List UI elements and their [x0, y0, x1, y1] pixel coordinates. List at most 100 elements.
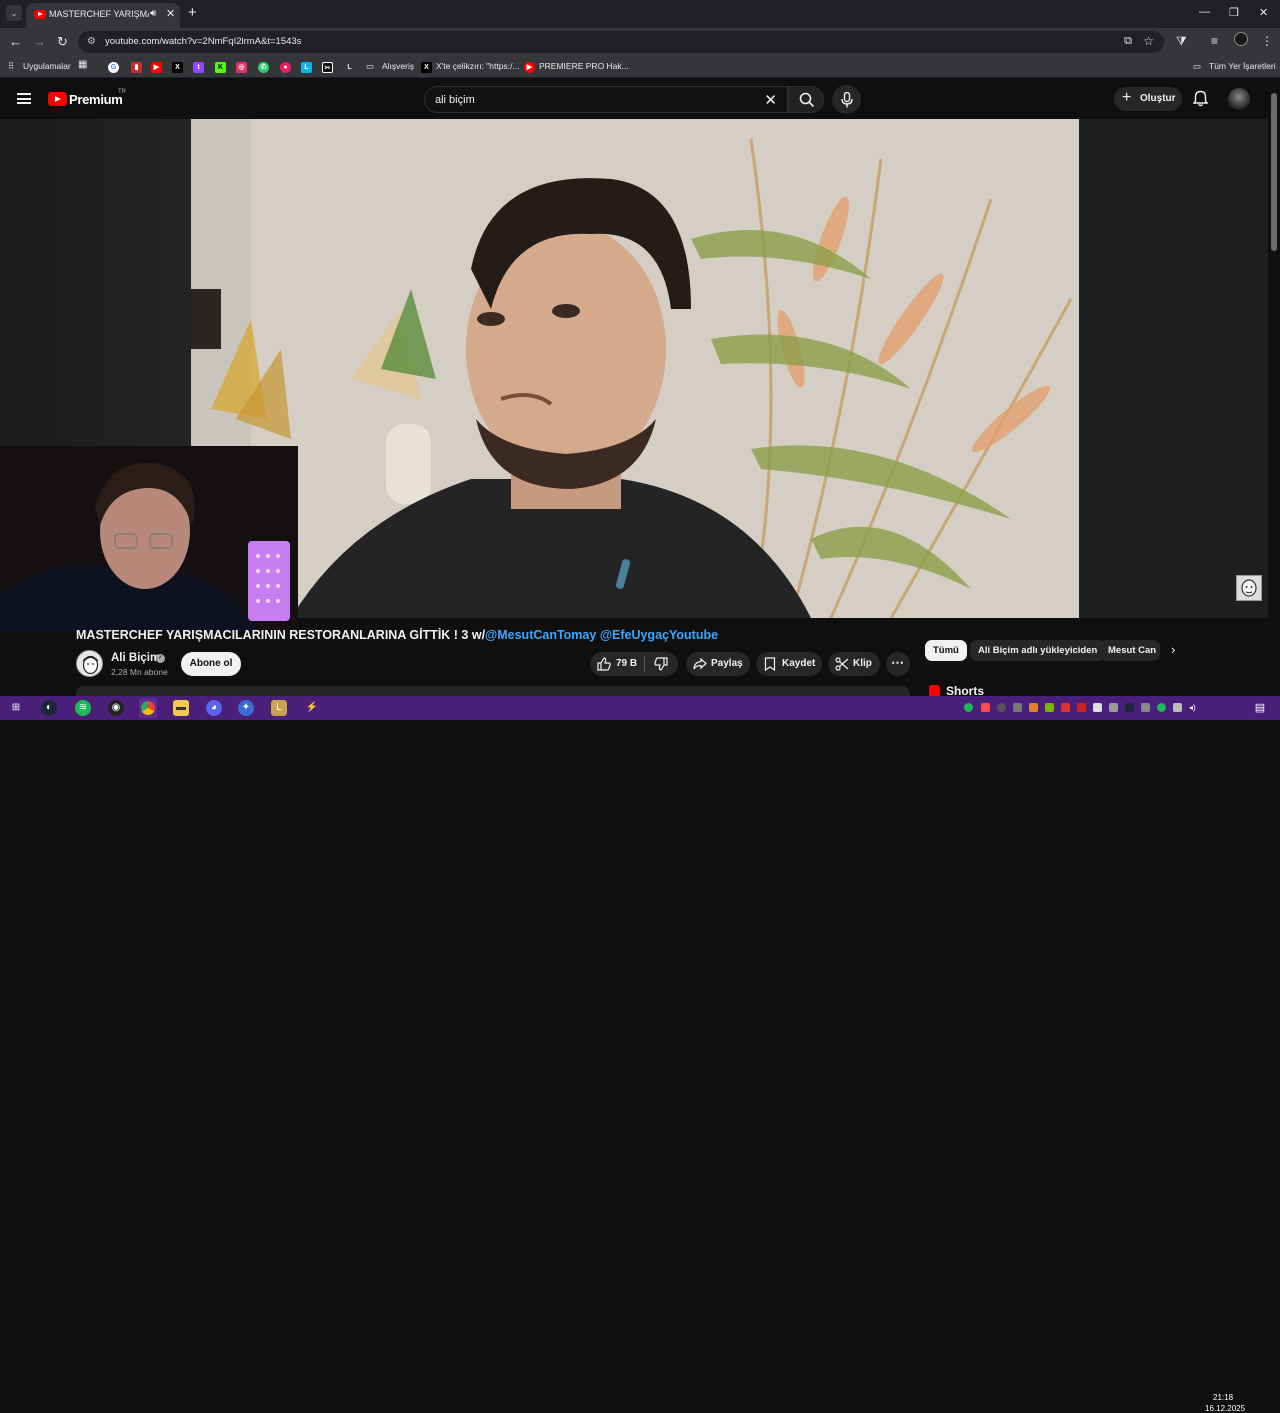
chips-next-icon[interactable]: ›: [1171, 642, 1175, 657]
steam-icon[interactable]: ◐: [41, 700, 57, 716]
bookmark-x-tweet[interactable]: X'te çelikzırı: "https:/...: [436, 61, 520, 71]
tab-close-icon[interactable]: ✕: [166, 7, 175, 20]
valorant-icon[interactable]: ⚡: [304, 700, 320, 716]
x-tweet-icon[interactable]: X: [421, 62, 432, 73]
apps-grid-icon[interactable]: ⠿: [8, 61, 14, 72]
page-scrollbar[interactable]: [1268, 79, 1280, 696]
tray-green-icon[interactable]: [1157, 703, 1166, 712]
subscribe-button[interactable]: Abone ol: [181, 652, 241, 676]
kick-icon[interactable]: K: [215, 62, 226, 73]
tray-settings-icon[interactable]: [1141, 703, 1150, 712]
league-icon[interactable]: L: [271, 700, 287, 716]
bookmark-premiere[interactable]: PREMIERE PRO Hak...: [539, 61, 629, 71]
bookmark-l-icon[interactable]: L: [301, 62, 312, 73]
tray-orange-icon[interactable]: [1029, 703, 1038, 712]
chip-all[interactable]: Tümü: [925, 640, 967, 661]
clip-button[interactable]: Klip: [828, 652, 880, 676]
tray-volume-icon[interactable]: ◂): [1189, 703, 1198, 712]
grid-icon[interactable]: ▦: [78, 59, 87, 70]
tab-search-icon[interactable]: ⌄: [6, 5, 22, 21]
voice-search-button[interactable]: [832, 85, 861, 114]
spotify-icon[interactable]: ≋: [75, 700, 91, 716]
url-text[interactable]: youtube.com/watch?v=2NmFqI2lrmA&t=1543s: [105, 36, 301, 47]
bookmark-l2-icon[interactable]: L: [344, 62, 355, 73]
twitch-icon[interactable]: t: [193, 62, 204, 73]
chrome-taskbar-button[interactable]: [139, 698, 157, 718]
install-app-icon[interactable]: ⧉: [1124, 35, 1132, 48]
google-icon[interactable]: G: [108, 62, 119, 73]
restore-icon[interactable]: ❐: [1229, 6, 1239, 19]
chrome-menu-icon[interactable]: ⋮: [1261, 34, 1273, 48]
bookmark-red-icon[interactable]: ▮: [131, 62, 142, 73]
search-input[interactable]: ali biçim ✕: [424, 86, 788, 113]
youtube-logo-icon[interactable]: [48, 92, 67, 106]
tray-display-icon[interactable]: [1173, 703, 1182, 712]
whatsapp-icon[interactable]: ✆: [258, 62, 269, 73]
address-bar[interactable]: ⚙ youtube.com/watch?v=2NmFqI2lrmA&t=1543…: [78, 31, 1164, 53]
dislike-button[interactable]: [646, 652, 678, 676]
search-query[interactable]: ali biçim: [435, 94, 475, 106]
forward-icon[interactable]: →: [33, 34, 46, 49]
profile-avatar[interactable]: [1234, 32, 1248, 46]
instagram-icon[interactable]: ◎: [236, 62, 247, 73]
tray-nvidia-icon[interactable]: [1045, 703, 1054, 712]
like-button[interactable]: 79 B: [590, 652, 642, 676]
tray-steam-icon[interactable]: [1125, 703, 1134, 712]
back-icon[interactable]: ←: [9, 34, 22, 49]
save-button[interactable]: Kaydet: [756, 652, 822, 676]
scrollbar-thumb[interactable]: [1271, 93, 1277, 251]
bookmark-apps[interactable]: Uygulamalar: [23, 61, 71, 71]
clock-time[interactable]: 21:18: [1213, 1393, 1233, 1402]
minimize-icon[interactable]: —: [1199, 6, 1210, 18]
bookmark-shopping[interactable]: Alışveriş: [382, 61, 414, 71]
all-bookmarks-folder-icon[interactable]: ▭: [1193, 61, 1201, 72]
tray-spotify-icon[interactable]: [964, 703, 973, 712]
bookmark-star-icon[interactable]: ☆: [1143, 34, 1154, 48]
mention-link-2[interactable]: @EfeUygaçYoutube: [600, 628, 718, 642]
channel-avatar[interactable]: [76, 650, 103, 677]
tray-obs-icon[interactable]: [997, 703, 1006, 712]
mention-link-1[interactable]: @MesutCanTomay: [485, 628, 596, 642]
site-info-icon[interactable]: ⚙: [87, 36, 96, 47]
premiere-youtube-icon[interactable]: ▶: [524, 62, 535, 73]
youtube-bookmark-icon[interactable]: ▶: [151, 62, 162, 73]
share-button[interactable]: Paylaş: [686, 652, 750, 676]
x-bookmark-icon[interactable]: X: [172, 62, 183, 73]
tray-valorant-icon[interactable]: [981, 703, 990, 712]
tray-record-icon[interactable]: [1077, 703, 1086, 712]
music-icon[interactable]: ●: [280, 62, 291, 73]
active-tab[interactable]: MASTERCHEF YARIŞMACILARIN 🔊︎ ✕: [26, 3, 180, 28]
app-icon-blue[interactable]: ✦: [238, 700, 254, 716]
chip-mesut-can[interactable]: Mesut Can: [1100, 640, 1160, 661]
channel-name[interactable]: Ali Biçim: [111, 652, 160, 664]
obs-icon[interactable]: ◉: [108, 700, 124, 716]
notifications-bell-icon[interactable]: [1193, 90, 1208, 107]
windows-start-icon[interactable]: ⊞: [8, 700, 24, 716]
account-avatar[interactable]: [1228, 88, 1250, 110]
new-tab-icon[interactable]: +: [188, 4, 197, 22]
menu-icon[interactable]: [17, 93, 31, 104]
clear-search-icon[interactable]: ✕: [764, 91, 777, 109]
more-actions-button[interactable]: ⋯: [886, 652, 910, 676]
mini-avatar-icon[interactable]: [1236, 575, 1262, 601]
tab-audio-icon[interactable]: 🔊︎: [150, 8, 156, 19]
file-explorer-icon[interactable]: ▬: [173, 700, 189, 716]
reload-icon[interactable]: ↻: [57, 34, 68, 50]
tray-mic-icon[interactable]: [1093, 703, 1102, 712]
tray-app-icon[interactable]: [1013, 703, 1022, 712]
search-button[interactable]: [788, 86, 824, 113]
window-close-icon[interactable]: ✕: [1259, 6, 1268, 19]
youtube-premium-logo[interactable]: Premium: [69, 92, 123, 107]
folder-icon[interactable]: ▭: [366, 61, 374, 72]
notification-center-icon[interactable]: ▤: [1252, 700, 1268, 716]
discord-icon[interactable]: ◕: [206, 700, 222, 716]
tray-red-icon[interactable]: [1061, 703, 1070, 712]
clock-date[interactable]: 16.12.2025: [1205, 1404, 1245, 1413]
extensions-icon[interactable]: ⧩: [1176, 34, 1187, 49]
create-button[interactable]: + Oluştur: [1114, 87, 1182, 111]
reading-list-icon[interactable]: ≡: [1211, 34, 1218, 48]
description-box[interactable]: [76, 686, 910, 696]
video-frame[interactable]: [191, 119, 1079, 618]
capcut-icon[interactable]: ✂: [322, 62, 333, 73]
bookmark-all[interactable]: Tüm Yer İşaretleri: [1209, 61, 1276, 71]
